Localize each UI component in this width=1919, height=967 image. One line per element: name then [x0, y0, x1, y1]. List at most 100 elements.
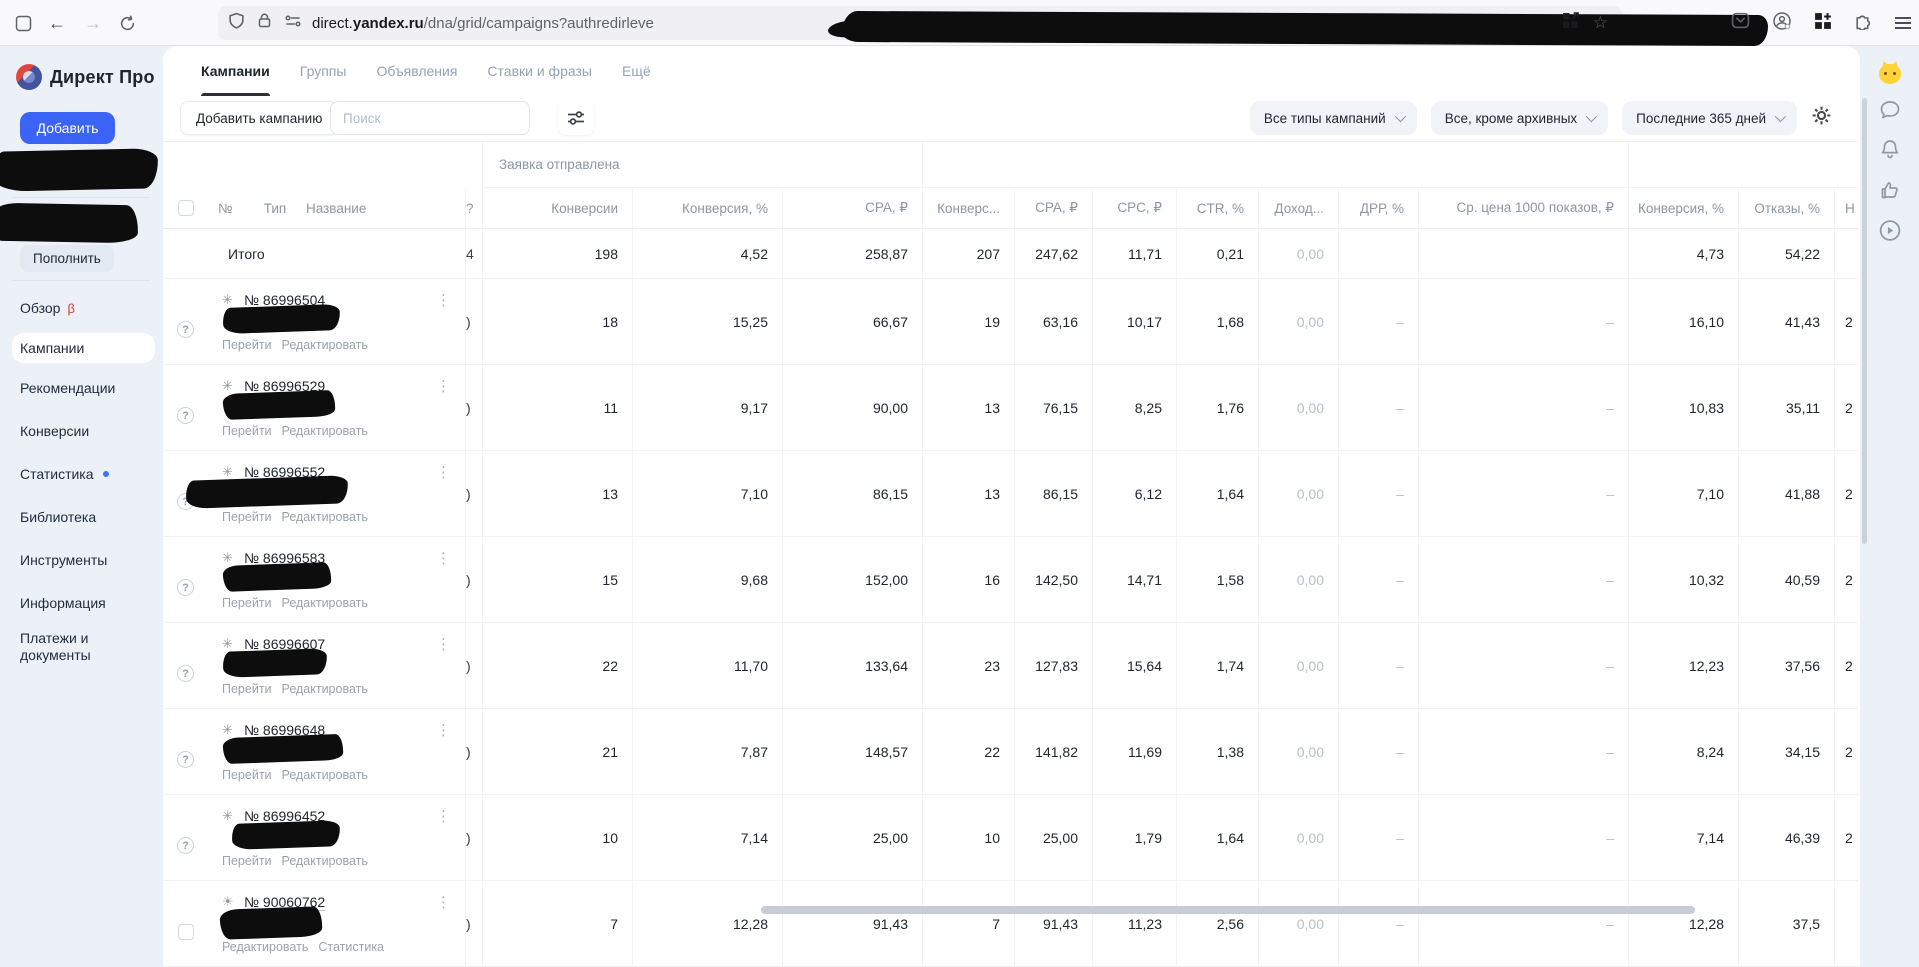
search-input[interactable]: [330, 101, 530, 135]
topup-button[interactable]: Пополнить: [20, 245, 114, 272]
date-range-filter[interactable]: Последние 365 дней: [1622, 101, 1797, 135]
account-icon[interactable]: [1772, 11, 1792, 36]
row-action-link[interactable]: Редактировать: [282, 510, 368, 524]
col-header-name[interactable]: Название: [298, 188, 465, 228]
row-action-link[interactable]: Перейти: [222, 682, 272, 696]
filter-sliders-button[interactable]: [558, 101, 594, 135]
back-button[interactable]: ←: [42, 8, 72, 38]
pocket-icon[interactable]: [1731, 11, 1750, 35]
sidebar-item-recommendations[interactable]: Рекомендации: [0, 370, 163, 406]
row-checkbox[interactable]: [178, 924, 194, 940]
sidebar-item-conversions[interactable]: Конверсии: [0, 413, 163, 449]
bookmark-star-icon[interactable]: ☆: [1593, 13, 1608, 33]
add-button[interactable]: Добавить: [20, 112, 115, 144]
kebab-menu-icon[interactable]: ⋮: [436, 291, 451, 309]
vertical-scrollbar[interactable]: [1862, 98, 1867, 544]
col-header-num[interactable]: №: [208, 188, 252, 228]
forward-button[interactable]: →: [78, 8, 108, 38]
help-icon[interactable]: ?: [177, 407, 194, 424]
row-action-link[interactable]: Редактировать: [282, 682, 368, 696]
tab-campaigns[interactable]: Кампании: [201, 46, 270, 96]
col-header-metric[interactable]: Конверсия, %: [1628, 188, 1738, 228]
row-action-link[interactable]: Редактировать: [282, 768, 368, 782]
sidebar-item-overview[interactable]: Обзорβ: [0, 290, 163, 326]
col-header-metric[interactable]: Конверсии: [482, 188, 632, 228]
metric-value: 7,14: [1628, 795, 1738, 880]
col-header-metric[interactable]: CPC, ₽: [1092, 188, 1176, 228]
col-header-metric[interactable]: CPA, ₽: [782, 188, 922, 228]
metric-value: 13: [922, 365, 1014, 450]
col-header-metric[interactable]: CPA, ₽: [1014, 188, 1092, 228]
tab-groups[interactable]: Группы: [300, 46, 347, 96]
video-tutorial-play-icon[interactable]: [1877, 218, 1902, 248]
chat-icon[interactable]: [1878, 98, 1902, 127]
row-action-link[interactable]: Редактировать: [282, 596, 368, 610]
url-bar[interactable]: direct.yandex.ru/dna/grid/campaigns?auth…: [218, 6, 1622, 40]
tab-ads[interactable]: Объявления: [376, 46, 457, 96]
add-campaign-button[interactable]: Добавить кампанию: [180, 101, 338, 135]
extension-grid-icon[interactable]: [1814, 12, 1832, 35]
col-header-metric[interactable]: Доход...: [1258, 188, 1338, 228]
row-action-link[interactable]: Редактировать: [282, 854, 368, 868]
permissions-icon[interactable]: [284, 14, 302, 33]
metric-value: –: [1338, 795, 1418, 880]
puzzle-extensions-icon[interactable]: [1854, 11, 1873, 35]
row-action-link[interactable]: Перейти: [222, 424, 272, 438]
kebab-menu-icon[interactable]: ⋮: [436, 807, 451, 825]
campaign-row: ? ✳ № 86996529 ⋮ ПерейтиРедактировать ) …: [163, 365, 1858, 451]
col-header-metric[interactable]: Конверсия, %: [632, 188, 782, 228]
kebab-menu-icon[interactable]: ⋮: [436, 377, 451, 395]
row-action-link[interactable]: Перейти: [222, 854, 272, 868]
col-header-metric[interactable]: CTR, %: [1176, 188, 1258, 228]
sidebar-item-information[interactable]: Информация: [0, 585, 163, 621]
sidebar-item-payments[interactable]: Платежи и документы: [0, 628, 110, 674]
kebab-menu-icon[interactable]: ⋮: [436, 463, 451, 481]
help-icon[interactable]: ?: [177, 837, 194, 854]
col-header-metric[interactable]: Н: [1834, 188, 1858, 228]
shield-icon[interactable]: [228, 12, 245, 35]
row-action-link[interactable]: Редактировать: [222, 940, 308, 954]
col-header-type[interactable]: Тип: [252, 188, 298, 228]
sidebar-item-statistics[interactable]: Статистика: [0, 456, 163, 492]
col-header-metric[interactable]: Ср. цена 1000 показов, ₽: [1418, 188, 1628, 228]
help-icon[interactable]: ?: [177, 751, 194, 768]
sidebar-item-campaigns[interactable]: Кампании: [12, 333, 155, 363]
kebab-menu-icon[interactable]: ⋮: [436, 549, 451, 567]
row-action-link[interactable]: Перейти: [222, 338, 272, 352]
menu-icon[interactable]: [1895, 17, 1911, 29]
campaign-wizard-icon: ✳: [222, 464, 237, 480]
row-action-link[interactable]: Перейти: [222, 768, 272, 782]
row-action-link[interactable]: Статистика: [318, 940, 384, 954]
col-header-metric[interactable]: Конверс...: [922, 188, 1014, 228]
select-all-checkbox[interactable]: [178, 200, 194, 216]
table-settings-gear-icon[interactable]: [1811, 105, 1832, 131]
reload-button[interactable]: [112, 8, 142, 38]
grid-shortcut-icon[interactable]: [1562, 12, 1579, 34]
kebab-menu-icon[interactable]: ⋮: [436, 893, 451, 911]
sidebar-item-tools[interactable]: Инструменты: [0, 542, 163, 578]
kebab-menu-icon[interactable]: ⋮: [436, 635, 451, 653]
horizontal-scrollbar[interactable]: [761, 906, 1695, 914]
brand[interactable]: Директ Про: [0, 60, 163, 94]
help-icon[interactable]: ?: [177, 665, 194, 682]
row-action-link[interactable]: Перейти: [222, 510, 272, 524]
row-action-link[interactable]: Редактировать: [282, 424, 368, 438]
tab-more[interactable]: Ещё: [622, 46, 651, 96]
row-action-link[interactable]: Редактировать: [282, 338, 368, 352]
assistant-cat-icon[interactable]: [1878, 61, 1902, 85]
help-icon[interactable]: ?: [177, 321, 194, 338]
archive-filter[interactable]: Все, кроме архивных: [1431, 101, 1608, 135]
sidebar-item-library[interactable]: Библиотека: [0, 499, 163, 535]
campaign-type-filter[interactable]: Все типы кампаний: [1250, 101, 1417, 135]
feedback-thumbs-up-icon[interactable]: [1878, 178, 1902, 207]
tab-bids-phrases[interactable]: Ставки и фразы: [487, 46, 592, 96]
notifications-bell-icon[interactable]: [1878, 137, 1902, 166]
help-icon[interactable]: ?: [177, 579, 194, 596]
kebab-menu-icon[interactable]: ⋮: [436, 721, 451, 739]
lock-icon[interactable]: [257, 12, 272, 34]
metric-value: 37,56: [1738, 623, 1834, 708]
tab-overview-icon[interactable]: [8, 8, 38, 38]
col-header-metric[interactable]: ДРР, %: [1338, 188, 1418, 228]
row-action-link[interactable]: Перейти: [222, 596, 272, 610]
col-header-metric[interactable]: Отказы, %: [1738, 188, 1834, 228]
